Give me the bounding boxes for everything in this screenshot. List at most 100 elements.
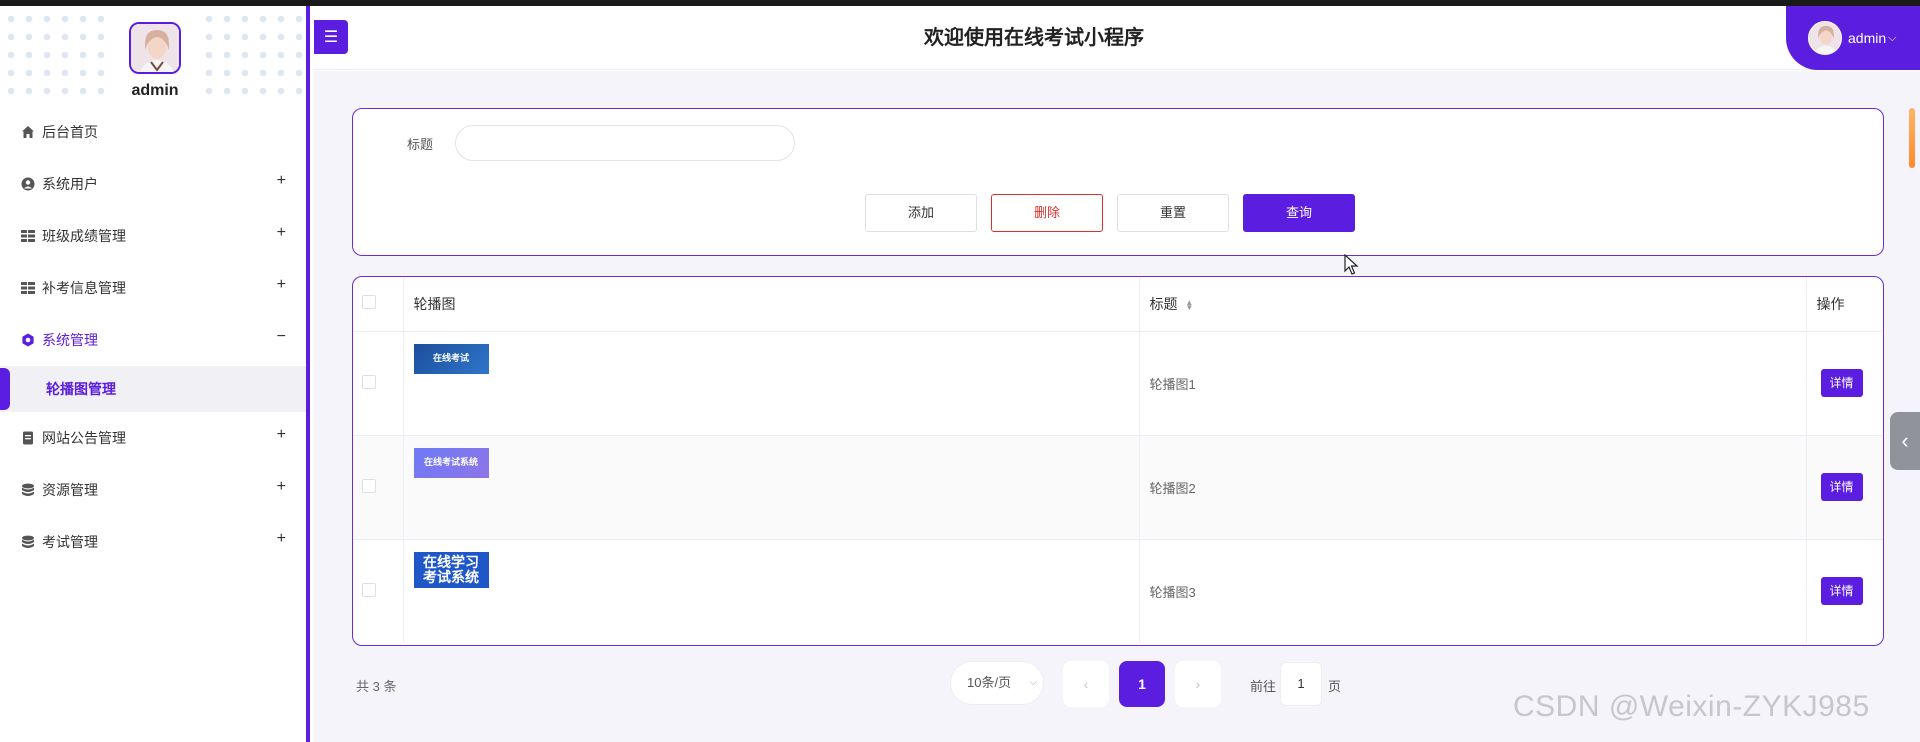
sidebar-item-makeup-exam[interactable]: 补考信息管理 + xyxy=(0,262,306,314)
image-cell: 在线考试 xyxy=(403,331,1140,436)
grid-icon xyxy=(20,280,36,296)
avatar[interactable] xyxy=(129,22,181,74)
sidebar-item-resources[interactable]: 资源管理 + xyxy=(0,464,306,516)
active-indicator xyxy=(0,368,10,410)
expand-plus-icon[interactable]: + xyxy=(277,426,286,444)
sidebar-item-exams[interactable]: 考试管理 + xyxy=(0,516,306,568)
chevron-down-icon: ⌵ xyxy=(1029,677,1037,688)
expand-plus-icon[interactable]: + xyxy=(277,530,286,548)
detail-button[interactable]: 详情 xyxy=(1820,473,1863,501)
image-cell: 在线考试系统 xyxy=(403,435,1140,540)
title-cell: 轮播图3 xyxy=(1139,539,1807,643)
sidebar-item-label: 系统管理 xyxy=(42,332,98,348)
sidebar-item-label: 班级成绩管理 xyxy=(42,228,126,244)
goto-label: 前往 xyxy=(1250,679,1277,694)
user-name: admin xyxy=(1848,30,1887,46)
page-size-value: 10条/页 xyxy=(967,675,1012,690)
expand-plus-icon[interactable]: + xyxy=(277,172,286,190)
sidebar-item-label: 后台首页 xyxy=(42,124,98,140)
sidebar-item-label: 补考信息管理 xyxy=(42,280,126,296)
title-search-input[interactable] xyxy=(455,125,795,161)
row-select-cell xyxy=(353,539,404,643)
pagination-total: 共 3 条 xyxy=(356,679,397,694)
select-all-checkbox[interactable] xyxy=(362,295,376,310)
carousel-thumbnail[interactable]: 在线学习 考试系统 xyxy=(413,551,489,588)
page-number-button[interactable]: 1 xyxy=(1119,661,1165,707)
sidebar-item-label: 考试管理 xyxy=(42,534,98,550)
sidebar-item-announcements[interactable]: 网站公告管理 + xyxy=(0,412,306,464)
database-icon xyxy=(20,534,36,550)
database-icon xyxy=(20,482,36,498)
table-header-row: 轮播图 标题 ▲ ▼ 操作 xyxy=(353,277,1883,332)
action-cell: 详情 xyxy=(1806,331,1883,436)
next-page-button[interactable]: › xyxy=(1175,661,1221,707)
mouse-cursor-icon xyxy=(1344,254,1359,275)
table-row: 在线考试 轮播图1 详情 xyxy=(353,331,1883,436)
goto-page-input[interactable]: 1 xyxy=(1280,662,1322,706)
row-checkbox[interactable] xyxy=(362,478,376,493)
carousel-thumbnail[interactable]: 在线考试系统 xyxy=(413,447,489,478)
chevron-down-icon: ⌵ xyxy=(1888,31,1897,44)
sidebar-item-label: 系统用户 xyxy=(42,176,98,192)
expand-plus-icon[interactable]: + xyxy=(277,224,286,242)
select-all-cell xyxy=(353,277,404,332)
detail-button[interactable]: 详情 xyxy=(1820,577,1863,606)
scrollbar-thumb[interactable] xyxy=(1909,108,1915,168)
grid-icon xyxy=(20,228,36,244)
watermark: CSDN @Weixin-ZYKJ985 xyxy=(1513,690,1870,723)
sort-icon[interactable]: ▲ ▼ xyxy=(1185,299,1193,312)
action-cell: 详情 xyxy=(1806,435,1883,540)
action-cell: 详情 xyxy=(1806,539,1883,643)
table-row: 在线学习 考试系统 轮播图3 详情 xyxy=(353,539,1883,643)
collapse-panel-tab[interactable]: ‹ xyxy=(1890,412,1920,470)
carousel-thumbnail[interactable]: 在线考试 xyxy=(413,343,489,374)
sidebar-item-home[interactable]: 后台首页 xyxy=(0,106,306,158)
sidebar-item-label: 资源管理 xyxy=(42,482,98,498)
sidebar-username: admin xyxy=(131,82,179,99)
sidebar-menu: 后台首页 系统用户 + 班级成绩管理 + 补考信息管理 + 系统管理 − 轮播图… xyxy=(0,106,306,568)
document-icon xyxy=(20,430,36,446)
column-header-title[interactable]: 标题 ▲ ▼ xyxy=(1139,277,1807,332)
data-table: 轮播图 标题 ▲ ▼ 操作 在线考试 轮播图1 详情 在线考试系统 轮播图2 详… xyxy=(352,276,1884,646)
add-button[interactable]: 添加 xyxy=(865,194,977,232)
top-header: ☰ 欢迎使用在线考试小程序 admin ⌵ xyxy=(314,6,1920,70)
main-content: 标题 添加 删除 重置 查询 轮播图 标题 ▲ ▼ 操作 在线考试 轮播图1 详… xyxy=(314,71,1920,742)
avatar xyxy=(1808,21,1842,55)
query-button[interactable]: 查询 xyxy=(1243,194,1355,232)
gear-icon xyxy=(20,332,36,348)
user-circle-icon xyxy=(20,176,36,192)
goto-suffix: 页 xyxy=(1328,679,1342,694)
expand-plus-icon[interactable]: + xyxy=(277,478,286,496)
user-menu[interactable]: admin ⌵ xyxy=(1786,6,1920,70)
chevron-left-icon: ‹ xyxy=(1901,428,1909,453)
sidebar-item-system-users[interactable]: 系统用户 + xyxy=(0,158,306,210)
row-checkbox[interactable] xyxy=(362,582,376,597)
collapse-minus-icon[interactable]: − xyxy=(277,328,286,346)
column-header-image: 轮播图 xyxy=(403,277,1140,332)
image-cell: 在线学习 考试系统 xyxy=(403,539,1140,643)
sidebar-header: admin xyxy=(0,6,306,106)
sidebar-item-system-management[interactable]: 系统管理 − xyxy=(0,314,306,366)
page-title: 欢迎使用在线考试小程序 xyxy=(924,27,1144,49)
column-header-action: 操作 xyxy=(1806,277,1883,332)
reset-button[interactable]: 重置 xyxy=(1117,194,1229,232)
column-header-title-label: 标题 xyxy=(1149,295,1178,312)
row-select-cell xyxy=(353,331,404,436)
sidebar-item-label: 网站公告管理 xyxy=(42,430,126,446)
detail-button[interactable]: 详情 xyxy=(1820,369,1863,397)
row-checkbox[interactable] xyxy=(362,374,376,389)
title-cell: 轮播图2 xyxy=(1139,435,1807,540)
sidebar-subitem-label: 轮播图管理 xyxy=(46,381,116,397)
title-cell: 轮播图1 xyxy=(1139,331,1807,436)
expand-plus-icon[interactable]: + xyxy=(277,276,286,294)
table-row: 在线考试系统 轮播图2 详情 xyxy=(353,435,1883,540)
page-size-select[interactable]: 10条/页 ⌵ xyxy=(950,661,1044,705)
delete-button[interactable]: 删除 xyxy=(991,194,1103,232)
prev-page-button[interactable]: ‹ xyxy=(1063,661,1109,707)
search-panel: 标题 添加 删除 重置 查询 xyxy=(352,108,1884,256)
row-select-cell xyxy=(353,435,404,540)
sidebar-subitem-carousel[interactable]: 轮播图管理 xyxy=(0,366,306,412)
home-icon xyxy=(20,124,36,140)
sidebar-item-class-scores[interactable]: 班级成绩管理 + xyxy=(0,210,306,262)
sidebar: admin 后台首页 系统用户 + 班级成绩管理 + 补考信息管理 + 系统管理… xyxy=(0,6,310,742)
